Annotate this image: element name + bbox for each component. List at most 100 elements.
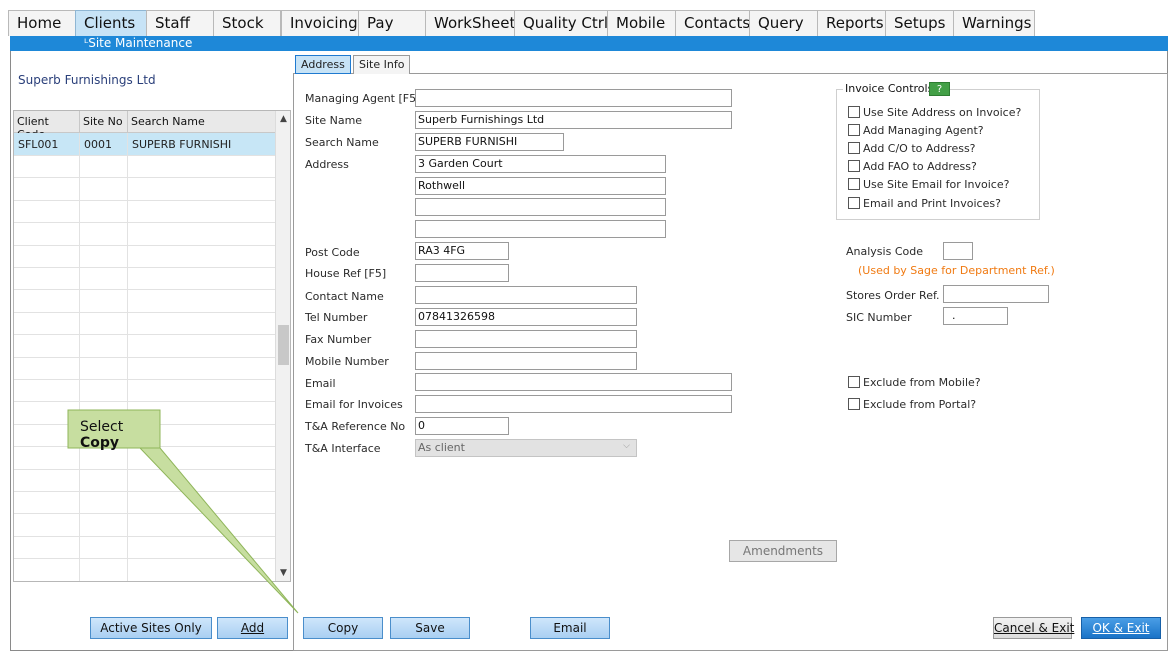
stores-order-field[interactable] xyxy=(943,285,1049,303)
exclude-mobile-label: Exclude from Mobile? xyxy=(863,376,981,389)
menu-tab-label: Stock xyxy=(222,14,264,32)
use-site-address-label: Use Site Address on Invoice? xyxy=(863,106,1022,119)
house-ref-field[interactable] xyxy=(415,264,509,282)
managing-agent-label: Managing Agent [F5] xyxy=(305,92,421,105)
cancel-exit-button[interactable]: Cancel & Exit xyxy=(993,617,1074,639)
post-code-label: Post Code xyxy=(305,246,360,259)
ok-exit-button[interactable]: OK & Exit xyxy=(1081,617,1161,639)
contact-name-field[interactable] xyxy=(415,286,637,304)
menu-tab-stock[interactable]: Stock xyxy=(213,10,281,36)
address-line3-field[interactable] xyxy=(415,198,666,216)
menu-tab-warnings[interactable]: Warnings xyxy=(953,10,1035,36)
add-co-label: Add C/O to Address? xyxy=(863,142,976,155)
email-print-checkbox[interactable] xyxy=(848,197,860,209)
menu-tab-label: Setups xyxy=(894,14,946,32)
callout-text: Select Copy xyxy=(68,410,160,451)
menu-tab-quality-ctrl[interactable]: Quality Ctrl xyxy=(514,10,608,36)
address-line4-field[interactable] xyxy=(415,220,666,238)
amendments-button[interactable]: Amendments xyxy=(729,540,837,562)
email-button[interactable]: Email xyxy=(530,617,610,639)
callout-emphasis: Copy xyxy=(80,435,120,451)
contact-name-label: Contact Name xyxy=(305,290,384,303)
site-name-label: Site Name xyxy=(305,114,363,127)
menu-tab-label: Pay xyxy=(367,14,394,32)
grid-row-line xyxy=(14,558,276,560)
help-icon[interactable]: ? xyxy=(929,82,950,96)
copy-button[interactable]: Copy xyxy=(303,617,383,639)
add-managing-agent-checkbox[interactable] xyxy=(848,124,860,136)
callout-prefix: Select xyxy=(80,419,124,435)
menu-tab-contacts[interactable]: Contacts xyxy=(675,10,750,36)
menu-tab-invoicing[interactable]: Invoicing xyxy=(281,10,359,36)
grid-row-line xyxy=(14,491,276,492)
save-button[interactable]: Save xyxy=(390,617,470,639)
add-button[interactable]: Add xyxy=(217,617,288,639)
managing-agent-field[interactable] xyxy=(415,89,732,107)
grid-row-line xyxy=(14,177,276,179)
menu-tab-home[interactable]: Home xyxy=(8,10,76,36)
analysis-code-label: Analysis Code xyxy=(846,245,923,258)
email-field[interactable] xyxy=(415,373,732,391)
add-button-label: Add xyxy=(240,621,265,635)
search-name-field[interactable]: SUPERB FURNISHI xyxy=(415,133,564,151)
ta-interface-select[interactable]: As client ⌵ xyxy=(415,439,637,457)
grid-row-line xyxy=(14,468,276,470)
active-sites-only-button[interactable]: Active Sites Only xyxy=(90,617,212,639)
tab-site-info[interactable]: Site Info xyxy=(353,55,411,74)
menu-tab-label: Invoicing xyxy=(290,14,358,32)
address-line2-field[interactable]: Rothwell xyxy=(415,177,666,195)
scroll-down-icon[interactable]: ▼ xyxy=(276,565,290,581)
sic-number-label: SIC Number xyxy=(846,311,912,324)
fax-number-label: Fax Number xyxy=(305,333,372,346)
menu-tab-label: Reports xyxy=(826,14,884,32)
search-name-label: Search Name xyxy=(305,136,379,149)
address-line1-field[interactable]: 3 Garden Court xyxy=(415,155,666,173)
use-site-email-label: Use Site Email for Invoice? xyxy=(863,178,1010,191)
site-name-field[interactable]: Superb Furnishings Ltd xyxy=(415,111,732,129)
fax-number-field[interactable] xyxy=(415,330,637,348)
add-co-checkbox[interactable] xyxy=(848,142,860,154)
mobile-number-label: Mobile Number xyxy=(305,355,389,368)
grid-row-line xyxy=(14,513,276,515)
menu-tab-label: Contacts xyxy=(684,14,750,32)
grid-row-line xyxy=(14,311,276,313)
tel-number-field[interactable]: 07841326598 xyxy=(415,308,637,326)
grid-row-line xyxy=(14,222,276,224)
use-site-address-checkbox[interactable] xyxy=(848,106,860,118)
email-invoices-label: Email for Invoices xyxy=(305,398,403,411)
grid-row-line xyxy=(14,155,276,156)
tab-address[interactable]: Address xyxy=(295,55,351,74)
add-fao-checkbox[interactable] xyxy=(848,160,860,172)
menu-tab-query[interactable]: Query xyxy=(749,10,818,36)
menu-tab-clients[interactable]: Clients xyxy=(75,10,147,36)
menu-tab-reports[interactable]: Reports xyxy=(817,10,886,36)
column-header-search-name[interactable]: Search Name xyxy=(128,111,276,133)
menu-tab-mobile[interactable]: Mobile xyxy=(607,10,676,36)
email-label: Email xyxy=(305,377,336,390)
menu-tab-worksheet[interactable]: WorkSheet xyxy=(425,10,515,36)
menu-tab-staff[interactable]: Staff xyxy=(146,10,214,36)
sites-grid[interactable]: Client Code Site No Search Name SFL001 0… xyxy=(13,110,291,582)
menu-tab-label: WorkSheet xyxy=(434,14,515,32)
cell-site-no: 0001 xyxy=(84,138,112,151)
scroll-up-icon[interactable]: ▲ xyxy=(276,111,290,127)
scroll-thumb[interactable] xyxy=(278,325,289,365)
mobile-number-field[interactable] xyxy=(415,352,637,370)
grid-scrollbar[interactable]: ▲ ▼ xyxy=(275,111,290,581)
exclude-mobile-checkbox[interactable] xyxy=(848,376,860,388)
menu-tab-label: Mobile xyxy=(616,14,666,32)
cell-search-name: SUPERB FURNISHI xyxy=(132,138,232,151)
column-header-client-code[interactable]: Client Code xyxy=(14,111,80,141)
ta-reference-field[interactable]: 0 xyxy=(415,417,509,435)
grid-row-line xyxy=(14,199,276,201)
sic-number-field[interactable]: . xyxy=(943,307,1008,325)
email-invoices-field[interactable] xyxy=(415,395,732,413)
menu-tab-setups[interactable]: Setups xyxy=(885,10,954,36)
analysis-code-field[interactable] xyxy=(943,242,973,260)
post-code-field[interactable]: RA3 4FG xyxy=(415,242,509,260)
menu-tab-pay[interactable]: Pay xyxy=(358,10,426,36)
use-site-email-checkbox[interactable] xyxy=(848,178,860,190)
grid-row-line xyxy=(14,535,276,537)
column-header-site-no[interactable]: Site No xyxy=(80,111,128,133)
exclude-portal-checkbox[interactable] xyxy=(848,398,860,410)
